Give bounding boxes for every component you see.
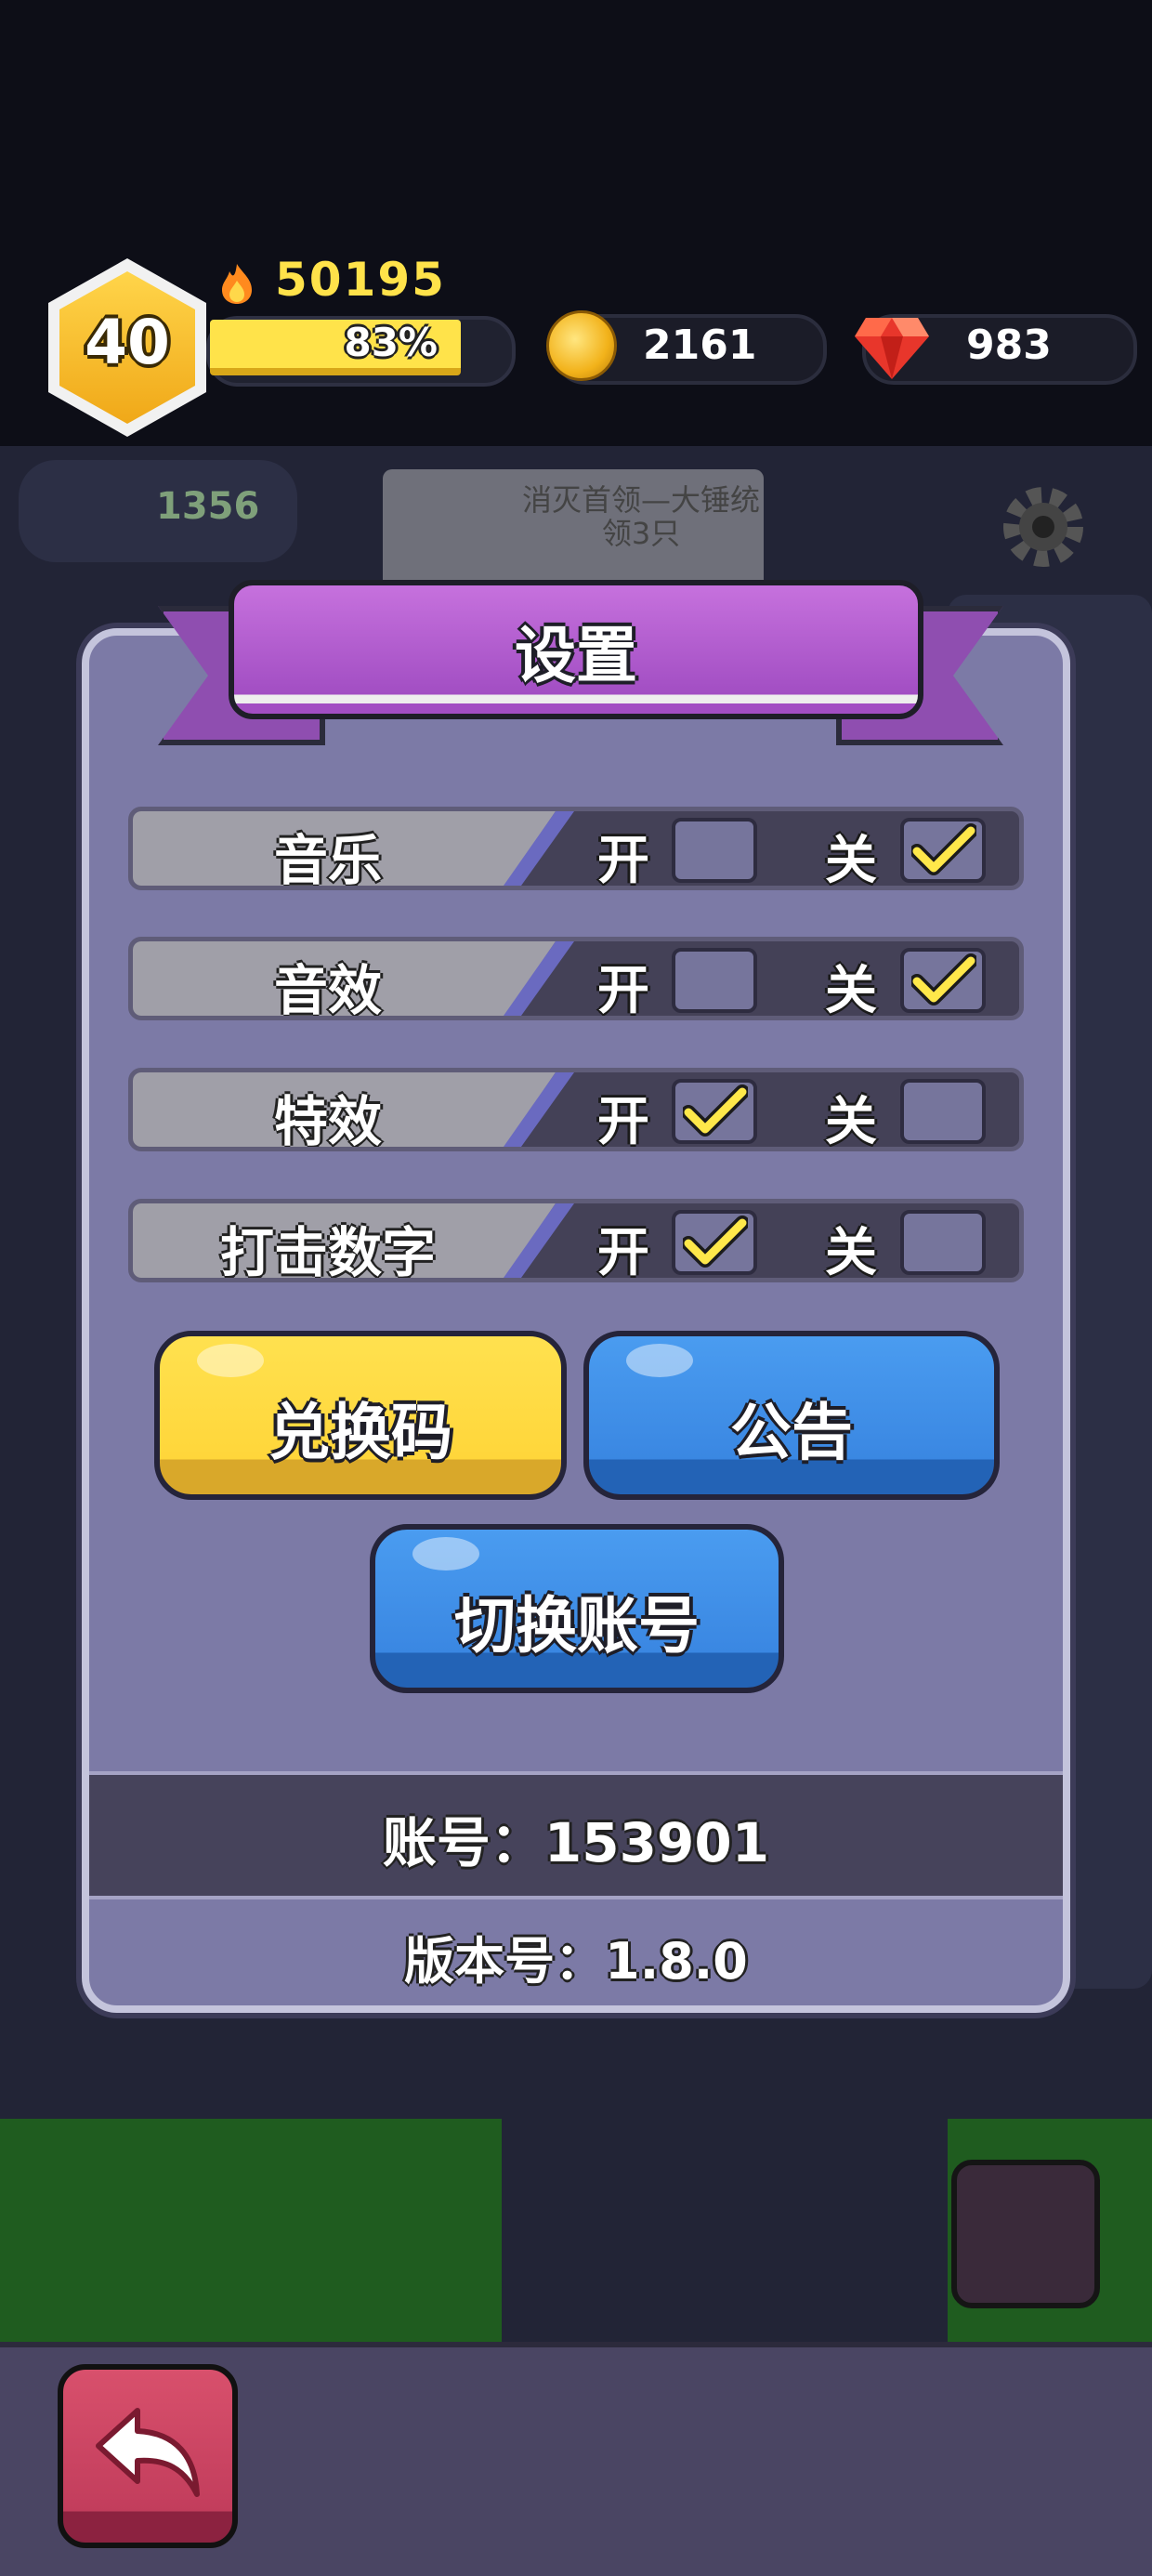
- setting-row-damage-numbers: 打击数字 开 关: [128, 1199, 1024, 1282]
- checkmark-icon: [911, 953, 976, 1005]
- music-off-checkbox[interactable]: [900, 818, 986, 883]
- visual-effects-on-checkbox[interactable]: [672, 1079, 757, 1144]
- version-number: 版本号：1.8.0: [404, 1932, 748, 1991]
- sound-effects-off-checkbox[interactable]: [900, 948, 986, 1013]
- xp-percent: 83%: [344, 320, 438, 365]
- switch-account-label: 切换账号: [454, 1590, 700, 1662]
- level-value: 40: [85, 307, 170, 378]
- power-value: 50195: [275, 253, 446, 307]
- back-arrow-icon: [96, 2408, 200, 2497]
- damage-numbers-off-checkbox[interactable]: [900, 1210, 986, 1275]
- gem-value: 983: [966, 322, 1052, 369]
- setting-label-damage-numbers: 打击数字: [219, 1221, 436, 1282]
- damage-numbers-on-label: 开: [597, 1223, 649, 1282]
- damage-numbers-on-checkbox[interactable]: [672, 1210, 757, 1275]
- sound-effects-on-checkbox[interactable]: [672, 948, 757, 1013]
- weapon-swap-icon[interactable]: [951, 2160, 1100, 2308]
- redeem-code-label: 兑换码: [268, 1397, 452, 1468]
- ruby-gem-icon: [855, 318, 929, 379]
- announcement-button[interactable]: 公告: [583, 1331, 1000, 1500]
- setting-row-visual-effects: 特效 开 关: [128, 1068, 1024, 1151]
- sound-effects-off-label: 关: [825, 961, 877, 1020]
- setting-label-music: 音乐: [273, 829, 382, 890]
- music-on-checkbox[interactable]: [672, 818, 757, 883]
- announcement-label: 公告: [730, 1397, 853, 1468]
- dialog-title: 设置: [515, 620, 637, 691]
- checkmark-icon: [683, 1216, 748, 1268]
- checkmark-icon: [911, 823, 976, 875]
- background-grass-left: [0, 2119, 502, 2342]
- damage-numbers-off-label: 关: [825, 1223, 877, 1282]
- flame-icon: [222, 264, 252, 304]
- setting-row-sound-effects: 音效 开 关: [128, 937, 1024, 1020]
- setting-label-sound-effects: 音效: [273, 959, 382, 1020]
- back-button[interactable]: [58, 2364, 238, 2548]
- background-resource-value: 1356: [156, 485, 260, 528]
- sound-effects-on-label: 开: [597, 961, 649, 1020]
- visual-effects-off-label: 关: [825, 1092, 877, 1151]
- switch-account-button[interactable]: 切换账号: [370, 1524, 784, 1693]
- gold-value: 2161: [643, 322, 757, 369]
- music-off-label: 关: [825, 831, 877, 890]
- setting-row-music: 音乐 开 关: [128, 807, 1024, 890]
- account-id: 账号：153901: [382, 1811, 770, 1874]
- checkmark-icon: [683, 1084, 748, 1137]
- visual-effects-off-checkbox[interactable]: [900, 1079, 986, 1144]
- music-on-label: 开: [597, 831, 649, 890]
- gold-coin-icon: [546, 310, 617, 381]
- background-quest-text: 消灭首领—大锤统领3只: [521, 482, 760, 551]
- redeem-code-button[interactable]: 兑换码: [154, 1331, 567, 1500]
- gear-icon[interactable]: [992, 476, 1094, 578]
- visual-effects-on-label: 开: [597, 1092, 649, 1151]
- setting-label-visual-effects: 特效: [273, 1090, 382, 1151]
